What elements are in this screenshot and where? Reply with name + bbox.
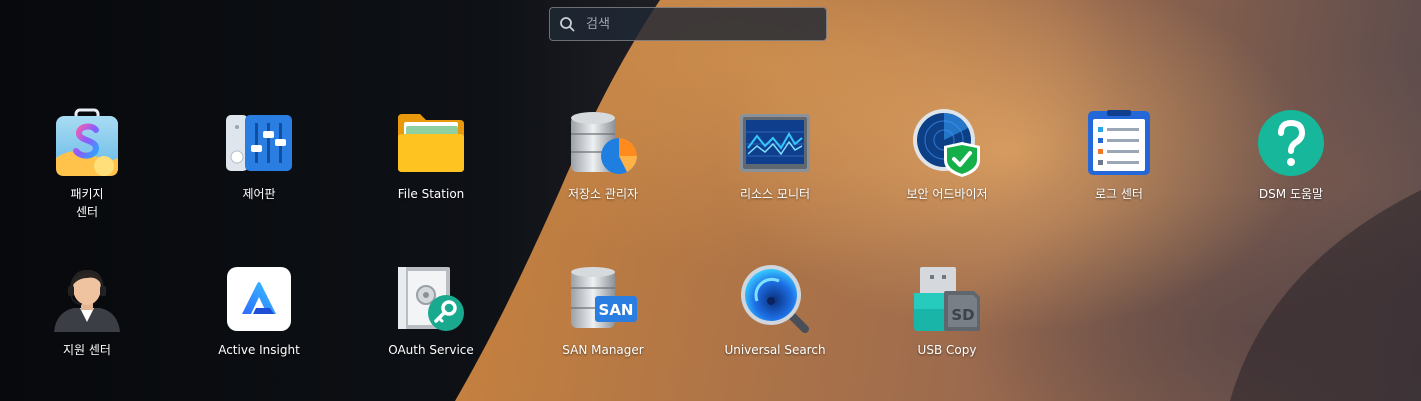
app-control-panel[interactable]: 제어판	[184, 107, 334, 203]
app-label: 보안 어드바이저	[906, 187, 988, 201]
desktop-background: 패키지 센터 제어판	[0, 0, 1421, 401]
log-center-icon	[1083, 107, 1155, 179]
app-label: DSM 도움말	[1258, 187, 1324, 201]
app-label: Active Insight	[218, 343, 300, 357]
active-insight-icon	[223, 263, 295, 335]
app-storage-manager[interactable]: 저장소 관리자	[528, 107, 678, 203]
app-label: 패키지 센터	[70, 187, 104, 219]
san-badge-text: SAN	[599, 301, 634, 319]
app-san-manager[interactable]: SAN SAN Manager	[528, 263, 678, 359]
app-label: 로그 센터	[1095, 187, 1143, 201]
app-label: 제어판	[242, 187, 276, 201]
support-center-icon	[51, 263, 123, 335]
app-label: 리소스 모니터	[739, 187, 811, 201]
app-oauth-service[interactable]: OAuth Service	[356, 263, 506, 359]
search-input[interactable]	[584, 8, 826, 40]
app-label: OAuth Service	[388, 343, 474, 357]
universal-search-icon	[739, 263, 811, 335]
app-label: SAN Manager	[562, 343, 644, 357]
app-label: 지원 센터	[63, 343, 111, 357]
app-label: 저장소 관리자	[567, 187, 639, 201]
sd-badge-text: SD	[951, 306, 974, 324]
app-file-station[interactable]: File Station	[356, 107, 506, 203]
app-support-center[interactable]: 지원 센터	[12, 263, 162, 359]
dsm-help-icon	[1255, 107, 1327, 179]
storage-manager-icon	[567, 107, 639, 179]
search-bar[interactable]	[549, 7, 827, 41]
app-package-center[interactable]: 패키지 센터	[12, 107, 162, 221]
file-station-icon	[395, 107, 467, 179]
app-label: File Station	[397, 187, 465, 201]
app-log-center[interactable]: 로그 센터	[1044, 107, 1194, 203]
control-panel-icon	[223, 107, 295, 179]
app-resource-monitor[interactable]: 리소스 모니터	[700, 107, 850, 203]
security-advisor-icon	[911, 107, 983, 179]
app-label: USB Copy	[917, 343, 977, 357]
san-manager-icon: SAN	[567, 263, 639, 335]
resource-monitor-icon	[739, 107, 811, 179]
usb-copy-icon: SD	[911, 263, 983, 335]
oauth-service-icon	[395, 263, 467, 335]
app-security-advisor[interactable]: 보안 어드바이저	[872, 107, 1022, 203]
app-dsm-help[interactable]: DSM 도움말	[1216, 107, 1366, 203]
app-label: Universal Search	[724, 343, 826, 357]
app-active-insight[interactable]: Active Insight	[184, 263, 334, 359]
search-icon	[550, 7, 584, 41]
package-center-icon	[51, 107, 123, 179]
app-usb-copy[interactable]: SD USB Copy	[872, 263, 1022, 359]
app-universal-search[interactable]: Universal Search	[700, 263, 850, 359]
